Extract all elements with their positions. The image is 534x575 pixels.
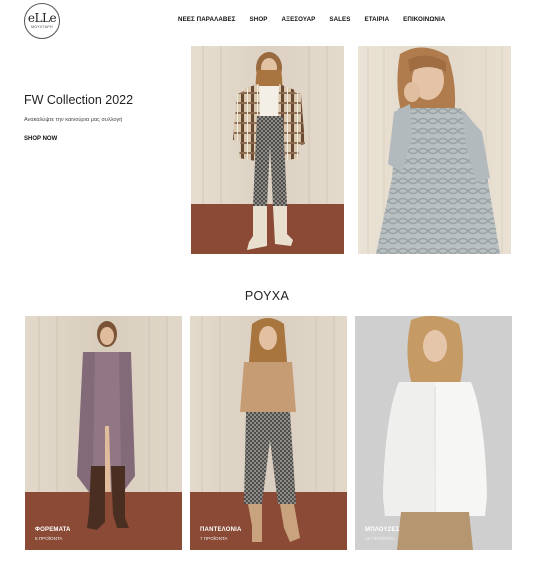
logo[interactable]: eLLe ΜΟΥΧΤΑΡΗ bbox=[24, 3, 60, 39]
category-label: ΜΠΛΟΥΖΕΣ bbox=[365, 527, 400, 533]
section-heading: ΡΟΥΧΑ bbox=[244, 289, 290, 303]
logo-text: eLLe bbox=[27, 11, 57, 25]
site-header: eLLe ΜΟΥΧΤΑΡΗ ΝΕΕΣ ΠΑΡΑΛΑΒΕΣ SHOP ΑΞΕΣΟΥ… bbox=[0, 0, 534, 44]
nav-item-sales[interactable]: SALES bbox=[329, 16, 350, 23]
category-card-blouses[interactable]: ΜΠΛΟΥΖΕΣ 16 ΠΡΟΪΟΝΤΑ bbox=[355, 316, 512, 550]
nav-item-contact[interactable]: ΕΠΙΚΟΙΝΩΝΙΑ bbox=[403, 16, 445, 23]
hero-image-knit-look[interactable] bbox=[358, 46, 511, 254]
hero-image-coat-look[interactable] bbox=[191, 46, 344, 254]
hero-title: FW Collection 2022 bbox=[24, 93, 134, 107]
category-count: 5 ΠΡΟΪΟΝΤΑ bbox=[35, 536, 63, 541]
category-count: 16 ΠΡΟΪΟΝΤΑ bbox=[365, 536, 396, 541]
main-nav: ΝΕΕΣ ΠΑΡΑΛΑΒΕΣ SHOP ΑΞΕΣΟΥΑΡ SALES ΕΤΑΙΡ… bbox=[178, 16, 459, 23]
category-card-dresses[interactable]: ΦΟΡΕΜΑΤΑ 5 ΠΡΟΪΟΝΤΑ bbox=[25, 316, 182, 550]
nav-item-company[interactable]: ΕΤΑΙΡΙΑ bbox=[365, 16, 390, 23]
hero-subtitle: Ανακαλύψτε την καινούρια μας συλλογή bbox=[24, 117, 123, 123]
category-card-trousers[interactable]: ΠΑΝΤΕΛΟΝΙΑ 7 ΠΡΟΪΟΝΤΑ bbox=[190, 316, 347, 550]
nav-item-accessories[interactable]: ΑΞΕΣΟΥΑΡ bbox=[281, 16, 315, 23]
category-label: ΠΑΝΤΕΛΟΝΙΑ bbox=[200, 527, 242, 533]
nav-item-shop[interactable]: SHOP bbox=[250, 16, 268, 23]
category-label: ΦΟΡΕΜΑΤΑ bbox=[35, 527, 71, 533]
shop-now-link[interactable]: SHOP NOW bbox=[24, 136, 57, 142]
category-count: 7 ΠΡΟΪΟΝΤΑ bbox=[200, 536, 228, 541]
nav-item-new-arrivals[interactable]: ΝΕΕΣ ΠΑΡΑΛΑΒΕΣ bbox=[178, 16, 236, 23]
logo-subtext: ΜΟΥΧΤΑΡΗ bbox=[31, 25, 53, 29]
